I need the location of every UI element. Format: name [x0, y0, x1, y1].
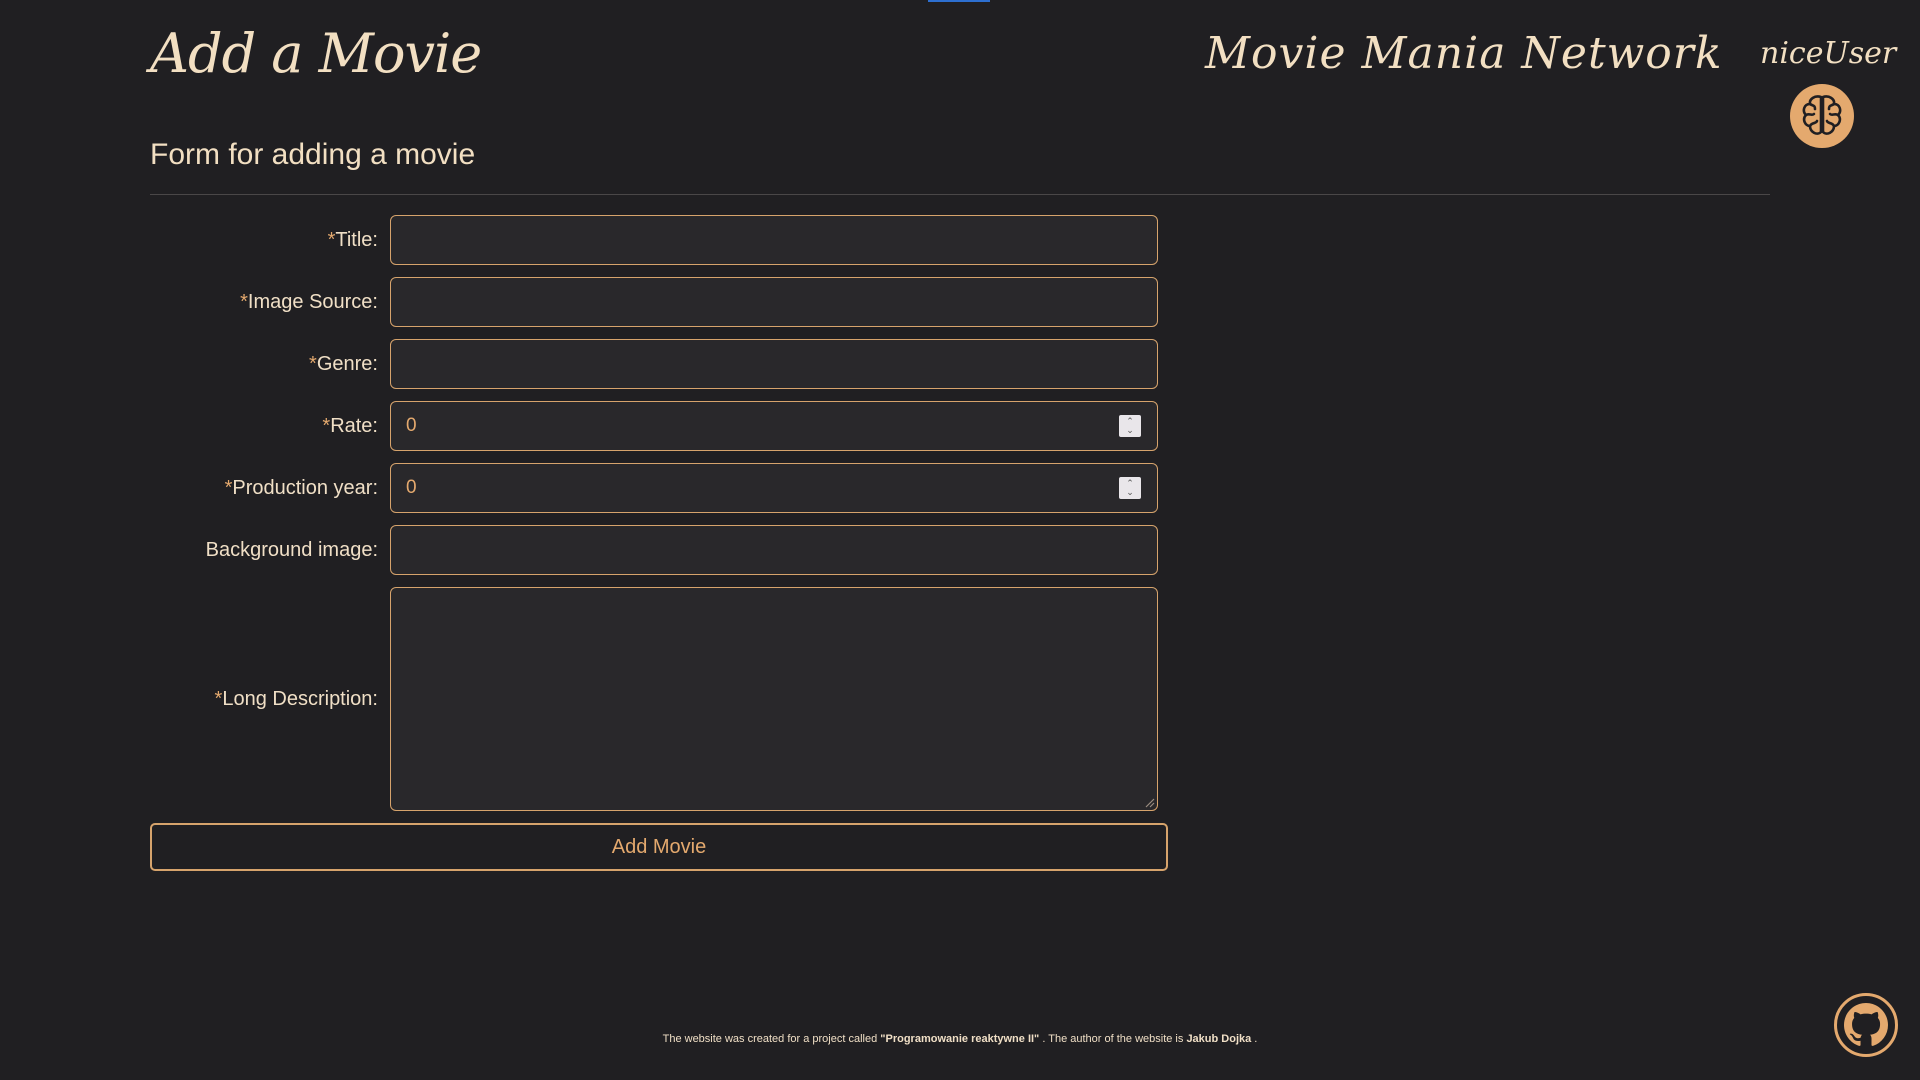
- image-source-label: *Image Source:: [150, 291, 390, 314]
- rate-spinner[interactable]: ⌃ ⌄: [1119, 415, 1141, 437]
- brain-icon: [1802, 95, 1842, 135]
- genre-row: *Genre:: [150, 339, 1170, 389]
- top-progress-indicator: [928, 0, 990, 2]
- footer-text: The website was created for a project ca…: [0, 1033, 1920, 1045]
- long-description-textarea[interactable]: [390, 587, 1158, 811]
- background-image-label-text: Background image:: [205, 538, 378, 561]
- footer-text-part: .: [1251, 1033, 1258, 1045]
- footer-text-part: The website was created for a project ca…: [662, 1033, 881, 1045]
- chevron-down-icon[interactable]: ⌄: [1126, 488, 1134, 497]
- chevron-down-icon[interactable]: ⌄: [1126, 426, 1134, 435]
- production-year-row: *Production year: 0 ⌃ ⌄: [150, 463, 1170, 513]
- background-image-input[interactable]: [390, 525, 1158, 575]
- github-icon: [1844, 1003, 1888, 1046]
- image-source-label-text: Image Source:: [247, 290, 378, 313]
- resize-handle-icon[interactable]: [1143, 796, 1155, 808]
- footer-author[interactable]: Jakub Dojka: [1186, 1033, 1251, 1045]
- image-source-row: *Image Source:: [150, 277, 1170, 327]
- required-mark: *: [309, 352, 317, 375]
- form-heading: Form for adding a movie: [150, 138, 476, 171]
- production-year-spinner[interactable]: ⌃ ⌄: [1119, 477, 1141, 499]
- production-year-input-value: 0: [406, 477, 417, 498]
- required-mark: *: [240, 290, 248, 313]
- username[interactable]: niceUser: [1760, 36, 1896, 71]
- title-input[interactable]: [390, 215, 1158, 265]
- genre-input[interactable]: [390, 339, 1158, 389]
- production-year-number-input[interactable]: 0 ⌃ ⌄: [390, 463, 1158, 513]
- rate-label-text: Rate:: [330, 414, 378, 437]
- genre-label: *Genre:: [150, 353, 390, 376]
- add-movie-form: *Title: *Image Source: *Genre: *Rate: 0 …: [150, 215, 1170, 871]
- production-year-label: *Production year:: [150, 477, 390, 500]
- add-movie-button[interactable]: Add Movie: [150, 823, 1168, 871]
- rate-number-input[interactable]: 0 ⌃ ⌄: [390, 401, 1158, 451]
- page-title: Add a Movie: [150, 22, 482, 85]
- rate-input-value: 0: [406, 415, 417, 436]
- brand-logo-text[interactable]: Movie Mania Network: [1205, 28, 1722, 79]
- divider: [150, 194, 1770, 195]
- title-label-text: Title:: [335, 228, 378, 251]
- rate-row: *Rate: 0 ⌃ ⌄: [150, 401, 1170, 451]
- long-description-label: *Long Description:: [150, 688, 390, 711]
- title-label: *Title:: [150, 229, 390, 252]
- footer-text-part: . The author of the website is: [1039, 1033, 1187, 1045]
- long-description-label-text: Long Description:: [222, 687, 378, 710]
- github-link[interactable]: [1834, 993, 1898, 1057]
- rate-label: *Rate:: [150, 415, 390, 438]
- long-description-row: *Long Description:: [150, 587, 1170, 811]
- background-image-label: Background image:: [150, 539, 390, 562]
- footer-project-name: "Programowanie reaktywne II": [880, 1033, 1040, 1045]
- genre-label-text: Genre:: [316, 352, 378, 375]
- title-row: *Title:: [150, 215, 1170, 265]
- background-image-row: Background image:: [150, 525, 1170, 575]
- production-year-label-text: Production year:: [232, 476, 378, 499]
- image-source-input[interactable]: [390, 277, 1158, 327]
- user-avatar[interactable]: [1790, 84, 1854, 148]
